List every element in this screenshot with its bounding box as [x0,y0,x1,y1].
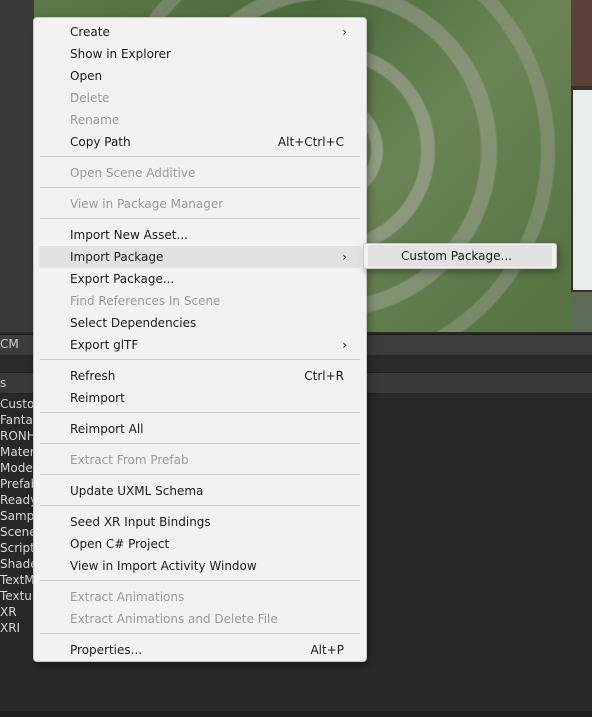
menu-item-extract-animations: Extract Animations [39,586,361,608]
menu-item-extract-animations-delete: Extract Animations and Delete File [39,608,361,630]
menu-item-shortcut: Ctrl+R [304,369,344,383]
menu-item-label: Export Package... [70,272,175,286]
menu-item-copy-path[interactable]: Copy Path Alt+Ctrl+C [39,131,361,153]
menu-separator [40,505,360,506]
menu-item-import-package[interactable]: Import Package › [39,246,361,268]
menu-item-label: Open [70,69,103,83]
menu-item-open-csharp-project[interactable]: Open C# Project [39,533,361,555]
menu-item-rename: Rename [39,109,361,131]
menu-item-select-dependencies[interactable]: Select Dependencies [39,312,361,334]
menu-separator [40,359,360,360]
menu-item-label: Delete [70,91,110,105]
menu-separator [40,474,360,475]
menu-item-label: Seed XR Input Bindings [70,515,211,529]
context-menu: Create › Show in Explorer Open Delete Re… [33,17,367,662]
chevron-right-icon: › [342,25,347,39]
menu-separator [40,156,360,157]
wall-light [573,90,592,290]
menu-item-create[interactable]: Create › [39,21,361,43]
menu-item-import-new-asset[interactable]: Import New Asset... [39,224,361,246]
menu-item-label: Create [70,25,110,39]
scene-right-object [571,0,592,332]
menu-item-reimport-all[interactable]: Reimport All [39,418,361,440]
console-tab[interactable]: CM [0,337,19,351]
menu-item-custom-package[interactable]: Custom Package... [368,245,552,267]
menu-item-export-gltf[interactable]: Export glTF › [39,334,361,356]
menu-item-seed-xr-input[interactable]: Seed XR Input Bindings [39,511,361,533]
import-package-submenu: Custom Package... [363,243,557,269]
menu-item-label: Extract Animations and Delete File [70,612,278,626]
menu-separator [40,580,360,581]
menu-item-shortcut: Alt+P [310,643,344,657]
menu-item-refresh[interactable]: Refresh Ctrl+R [39,365,361,387]
menu-item-open-scene-additive: Open Scene Additive [39,162,361,184]
menu-item-label: Extract Animations [70,590,185,604]
menu-separator [40,187,360,188]
menu-item-properties[interactable]: Properties... Alt+P [39,639,361,661]
menu-item-reimport[interactable]: Reimport [39,387,361,409]
menu-item-label: Custom Package... [401,249,512,263]
menu-item-label: Copy Path [70,135,131,149]
scene-left-panel [0,0,34,332]
project-header-label: s [0,376,7,390]
menu-separator [40,633,360,634]
chevron-right-icon: › [342,250,347,264]
menu-item-label: Show in Explorer [70,47,171,61]
menu-item-update-uxml-schema[interactable]: Update UXML Schema [39,480,361,502]
menu-item-delete: Delete [39,87,361,109]
menu-item-label: Update UXML Schema [70,484,204,498]
menu-item-find-references: Find References In Scene [39,290,361,312]
menu-item-shortcut: Alt+Ctrl+C [277,135,344,149]
menu-separator [40,443,360,444]
menu-item-label: Refresh [70,369,116,383]
menu-item-label: Import New Asset... [70,228,188,242]
menu-item-label: Select Dependencies [70,316,197,330]
status-bar [0,711,592,717]
menu-item-label: Reimport [70,391,125,405]
menu-item-label: Find References In Scene [70,294,221,308]
chevron-right-icon: › [342,338,347,352]
menu-item-view-import-activity[interactable]: View in Import Activity Window [39,555,361,577]
menu-item-label: View in Package Manager [70,197,224,211]
wall-ground [571,292,592,332]
menu-separator [40,218,360,219]
menu-item-open[interactable]: Open [39,65,361,87]
menu-item-label: Export glTF [70,338,139,352]
menu-item-label: Open C# Project [70,537,170,551]
menu-item-export-package[interactable]: Export Package... [39,268,361,290]
menu-item-extract-from-prefab: Extract From Prefab [39,449,361,471]
menu-item-label: Extract From Prefab [70,453,189,467]
menu-item-label: Reimport All [70,422,144,436]
menu-item-label: Open Scene Additive [70,166,196,180]
menu-separator [40,412,360,413]
menu-item-show-in-explorer[interactable]: Show in Explorer [39,43,361,65]
menu-item-label: Properties... [70,643,143,657]
menu-item-label: Rename [70,113,120,127]
menu-item-label: Import Package [70,250,164,264]
menu-item-view-in-package-manager: View in Package Manager [39,193,361,215]
wall-block [571,0,592,86]
menu-item-label: View in Import Activity Window [70,559,257,573]
